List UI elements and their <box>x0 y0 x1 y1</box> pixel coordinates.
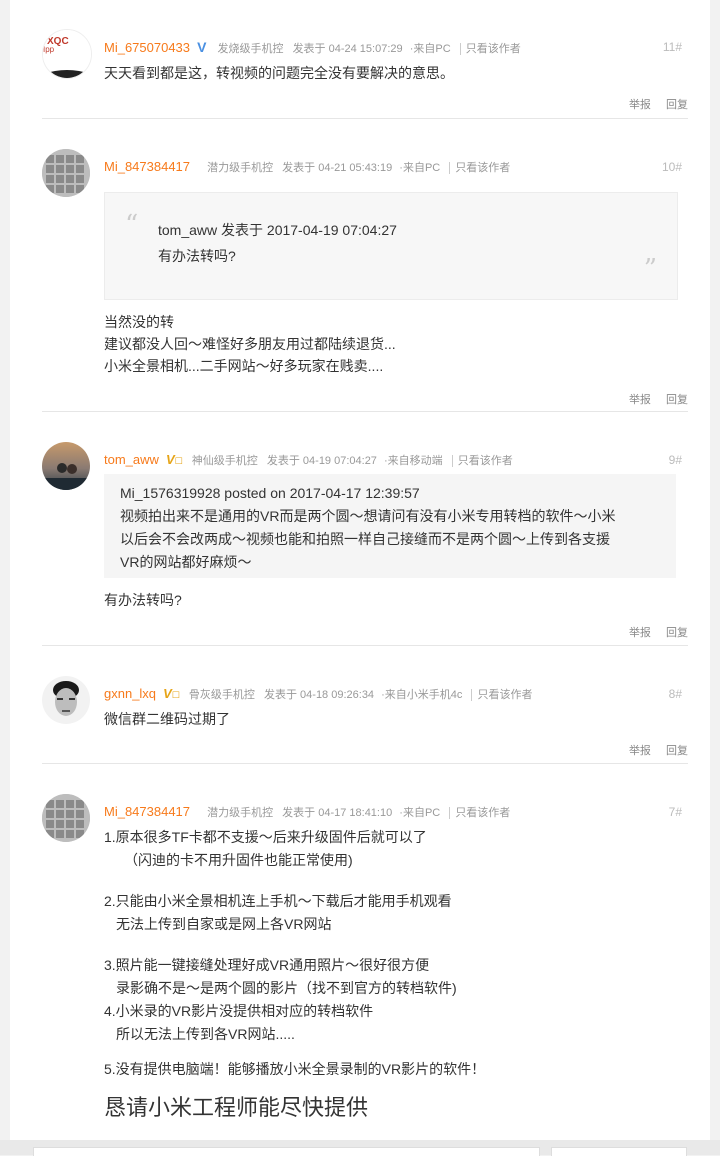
username-link[interactable]: Mi_675070433 <box>104 40 190 55</box>
post-source: 来自移动端 <box>387 455 443 467</box>
vip-badge-icon: V☐ <box>165 452 183 467</box>
post-time: 发表于 04-18 09:26:34 <box>263 689 375 701</box>
quote-block: “ tom_aww 发表于 2017-04-19 07:04:27 有办法转吗?… <box>104 192 678 300</box>
quote-body: 有办法转吗? <box>158 248 236 264</box>
avatar[interactable] <box>42 149 90 197</box>
user-level: 潜力级手机控 <box>207 162 274 174</box>
user-level: 骨灰级手机控 <box>188 689 255 701</box>
floor-number: 11# <box>662 40 682 54</box>
body-line: 建议都没人回～难怪好多朋友用过都陆续退货... <box>104 336 396 352</box>
floor-number: 9# <box>668 453 682 467</box>
post-time: 发表于 04-21 05:43:19 <box>282 162 393 174</box>
only-author-link[interactable]: 只看该作者 <box>449 162 511 174</box>
user-level: 潜力级手机控 <box>207 807 274 819</box>
post-actions: 举报 回复 <box>617 391 688 407</box>
body-line: 当然没的转 <box>104 314 174 330</box>
svg-text:Ipp: Ipp <box>43 45 55 54</box>
avatar[interactable] <box>42 676 90 724</box>
post-meta: tom_aww V☐ 神仙级手机控 发表于 04-19 07:04:27 ·来自… <box>104 452 513 467</box>
avatar[interactable] <box>42 794 90 842</box>
open-quote-icon: “ <box>125 210 139 240</box>
floor-number: 7# <box>668 805 682 819</box>
floor-number: 10# <box>661 160 682 174</box>
post-headline: 恳请小米工程师能尽快提供 <box>104 1095 369 1120</box>
only-author-link[interactable]: 只看该作者 <box>449 807 511 819</box>
quote-header: Mi_1576319928 posted on 2017-04-17 12:39… <box>120 485 420 501</box>
post-body: 有办法转吗? <box>104 592 182 608</box>
post-meta: gxnn_lxq V☐ 骨灰级手机控 发表于 04-18 09:26:34 ·来… <box>104 686 533 701</box>
user-level: 发烧级手机控 <box>217 43 284 55</box>
reply-link[interactable]: 回复 <box>666 627 688 639</box>
reply-post: tom_aww V☐ 神仙级手机控 发表于 04-19 07:04:27 ·来自… <box>42 411 688 647</box>
username-link[interactable]: gxnn_lxq <box>104 686 156 701</box>
body-line: 1.原本很多TF卡都不支援～后来升级固件后就可以了 <box>104 829 427 845</box>
reply-post: XQC Ipp Mi_675070433 V 发烧级手机控 发表于 04-24 … <box>42 0 688 115</box>
user-level: 神仙级手机控 <box>191 455 258 467</box>
reply-link[interactable]: 回复 <box>666 394 688 406</box>
avatar[interactable]: XQC Ipp <box>42 29 92 79</box>
post-time: 发表于 04-17 18:41:10 <box>282 807 393 819</box>
report-link[interactable]: 举报 <box>629 745 651 757</box>
body-line: 3.照片能一键接缝处理好成VR通用照片～很好很方便 <box>104 957 430 973</box>
username-link[interactable]: tom_aww <box>104 452 159 467</box>
reply-post: Mi_847384417 潜力级手机控 发表于 04-21 05:43:19 ·… <box>42 118 688 412</box>
post-time: 发表于 04-19 07:04:27 <box>266 455 377 467</box>
post-source: 来自PC <box>402 807 441 819</box>
report-link[interactable]: 举报 <box>629 627 651 639</box>
reply-post: Mi_847384417 潜力级手机控 发表于 04-17 18:41:10 ·… <box>42 763 688 1144</box>
quote-line: VR的网站都好麻烦～ <box>120 554 252 570</box>
reply-post: gxnn_lxq V☐ 骨灰级手机控 发表于 04-18 09:26:34 ·来… <box>42 645 688 778</box>
post-source: 来自PC <box>413 43 451 55</box>
floor-number: 8# <box>668 687 682 701</box>
reply-link[interactable]: 回复 <box>666 99 688 111</box>
body-line: 无法上传到自家或是网上各VR网站 <box>116 916 332 932</box>
post-actions: 举报 回复 <box>617 96 688 112</box>
vip-badge-icon: V☐ <box>163 686 180 701</box>
report-link[interactable]: 举报 <box>629 99 651 111</box>
body-line: 4.小米录的VR影片没提供相对应的转档软件 <box>104 1003 374 1019</box>
body-line: 2.只能由小米全景相机连上手机～下载后才能用手机观看 <box>104 893 452 909</box>
avatar[interactable] <box>42 442 90 490</box>
post-actions: 举报 回复 <box>617 742 688 758</box>
only-author-link[interactable]: 只看该作者 <box>451 455 513 467</box>
quote-line: 以后会不会改两成～视频也能和拍照一样自己接缝而不是两个圆～上传到各支援 <box>120 531 610 547</box>
post-source: 来自PC <box>402 162 441 174</box>
post-body: 微信群二维码过期了 <box>104 711 230 727</box>
verified-v-icon: V <box>197 39 207 55</box>
only-author-link[interactable]: 只看该作者 <box>471 689 533 701</box>
body-line: 5.没有提供电脑端！能够播放小米全景录制的VR影片的软件！ <box>104 1061 486 1077</box>
quote-header: tom_aww 发表于 2017-04-19 07:04:27 <box>158 222 397 238</box>
body-line: 所以无法上传到各VR网站..... <box>116 1026 295 1042</box>
body-line: 小米全景相机...二手网站～好多玩家在贱卖.... <box>104 358 384 374</box>
quote-block: Mi_1576319928 posted on 2017-04-17 12:39… <box>104 474 676 578</box>
reply-link[interactable]: 回复 <box>666 745 688 757</box>
only-author-link[interactable]: 只看该作者 <box>459 43 521 55</box>
post-body: 天天看到都是这，转视频的问题完全没有要解决的意思。 <box>104 65 454 81</box>
quote-line: 视频拍出来不是通用的VR而是两个圆～想请问有没有小米专用转档的软件～小米 <box>120 508 616 524</box>
reply-list: XQC Ipp Mi_675070433 V 发烧级手机控 发表于 04-24 … <box>10 0 710 1140</box>
post-time: 发表于 04-24 15:07:29 <box>292 43 403 55</box>
close-quote-icon: ” <box>643 254 657 284</box>
report-link[interactable]: 举报 <box>629 394 651 406</box>
username-link[interactable]: Mi_847384417 <box>104 159 190 174</box>
post-source: 来自小米手机4c <box>384 689 463 701</box>
body-line: 录影确不是～是两个圆的影片（找不到官方的转档软件) <box>116 980 457 996</box>
post-meta: Mi_847384417 潜力级手机控 发表于 04-21 05:43:19 ·… <box>104 159 511 174</box>
post-body: 1.原本很多TF卡都不支援～后来升级固件后就可以了 （闪迪的卡不用升固件也能正常… <box>104 826 684 1123</box>
post-body: 当然没的转 建议都没人回～难怪好多朋友用过都陆续退货... 小米全景相机...二… <box>104 311 684 377</box>
post-actions: 举报 回复 <box>617 624 688 640</box>
body-line: （闪迪的卡不用升固件也能正常使用) <box>124 852 353 868</box>
post-meta: Mi_675070433 V 发烧级手机控 发表于 04-24 15:07:29… <box>104 39 521 55</box>
post-meta: Mi_847384417 潜力级手机控 发表于 04-17 18:41:10 ·… <box>104 804 511 819</box>
username-link[interactable]: Mi_847384417 <box>104 804 190 819</box>
